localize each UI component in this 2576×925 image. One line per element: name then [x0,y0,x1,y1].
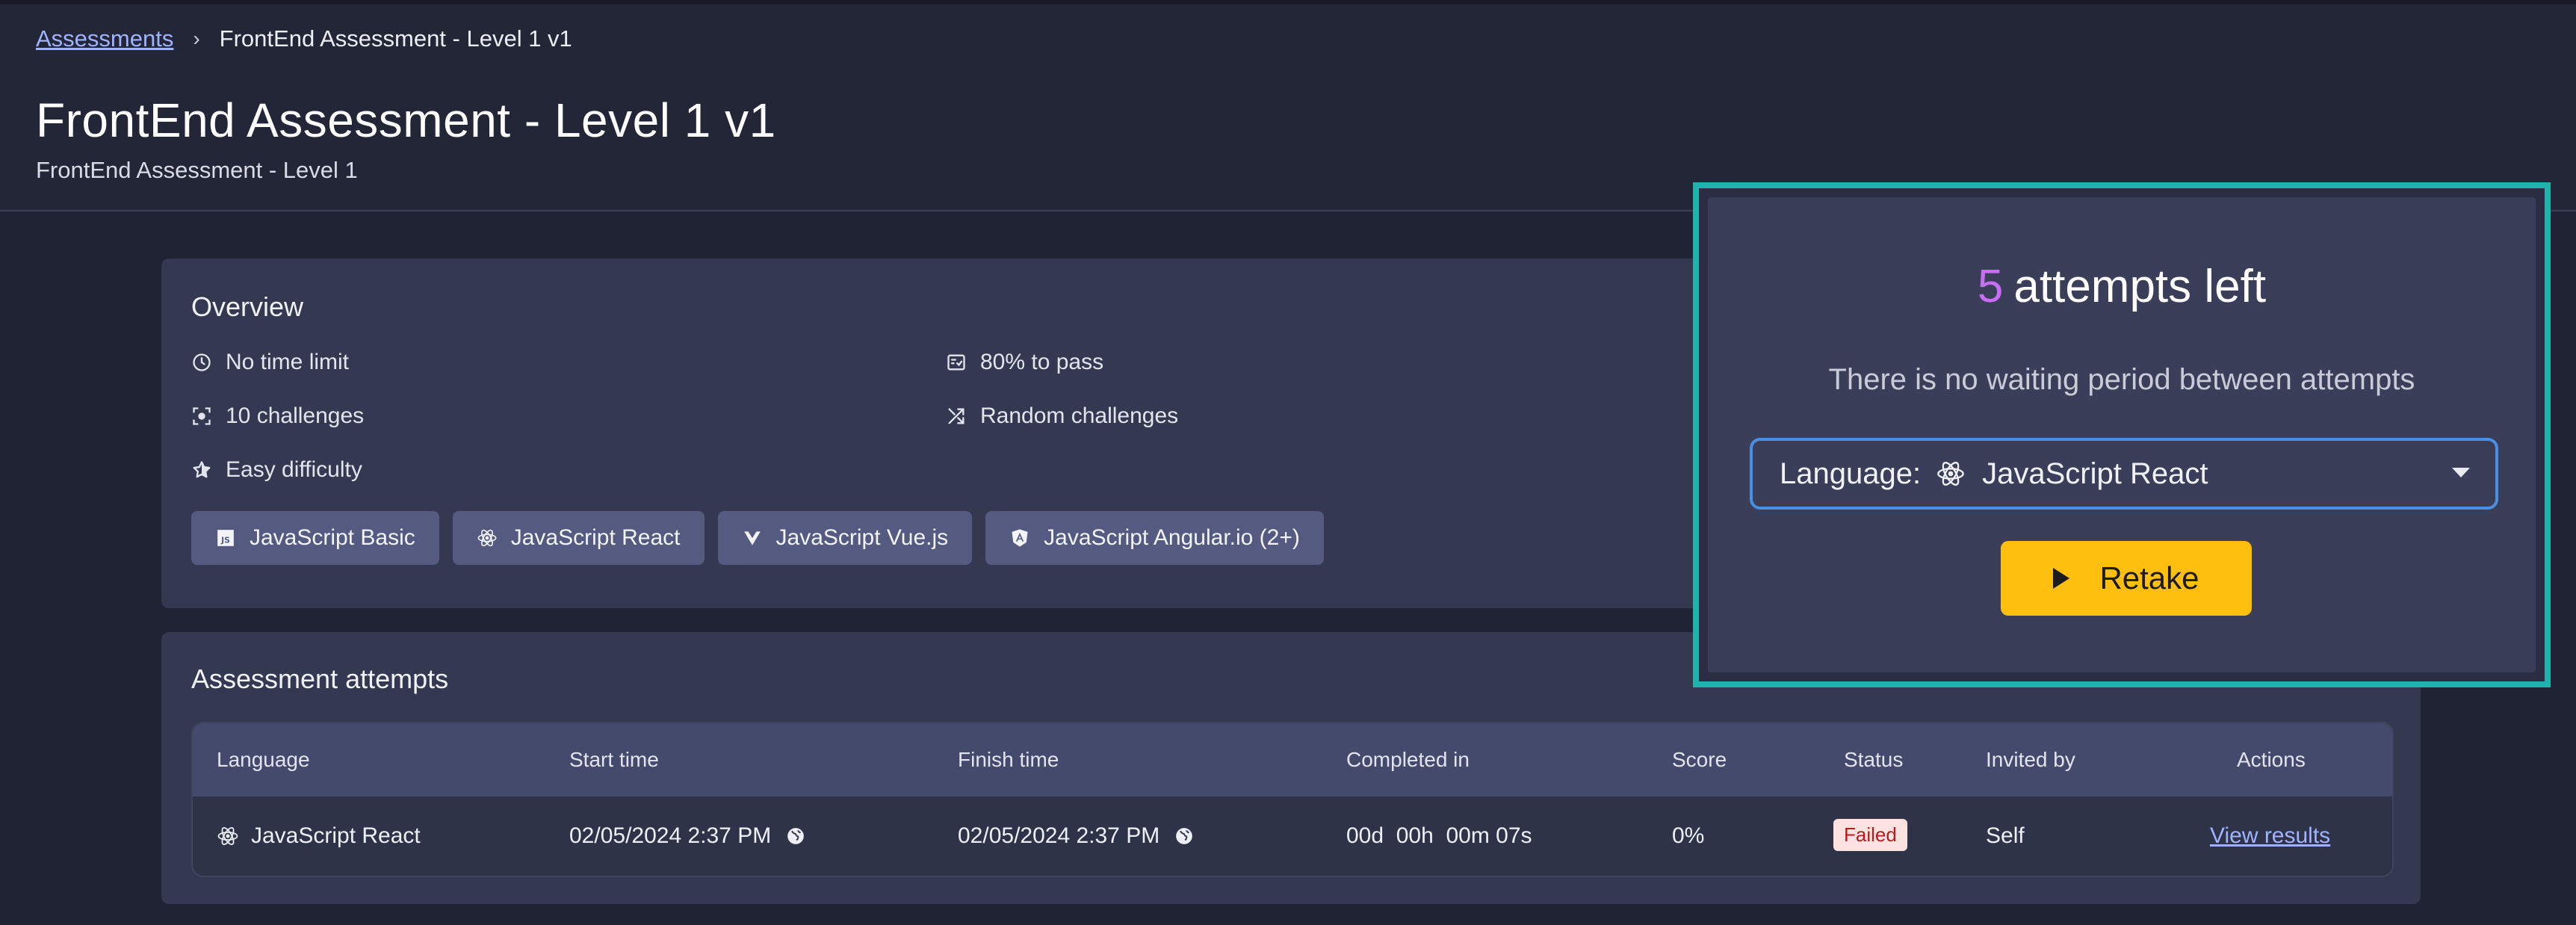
retake-label: Retake [2099,560,2199,595]
react-icon [477,528,498,548]
attempts-count: 5 [1977,261,2004,312]
col-score: Score [1672,748,1727,771]
row-completed-in: 00d 00h 00m 07s [1346,823,1532,848]
language-select-value: JavaScript React [1982,457,2208,490]
feature-random: Random challenges [946,403,1178,429]
row-invited-by: Self [1986,823,2025,848]
cell-finish-time: 02/05/2024 2:37 PM [958,823,1194,849]
angular-icon [1009,528,1030,548]
feature-pass-rate: 80% to pass [946,350,1103,375]
view-results-label[interactable]: View results [2210,823,2330,849]
row-finish-time: 02/05/2024 2:37 PM [958,823,1160,848]
col-actions: Actions [2237,748,2306,771]
feature-label: 10 challenges [226,403,365,428]
attempts-table: Language Start time Finish time Complete… [191,722,2394,877]
retake-panel-highlight: 5 attempts left There is no waiting perio… [1693,182,2551,687]
col-completed-in: Completed in [1346,748,1470,771]
react-icon [1937,462,1964,486]
col-status: Status [1844,748,1904,771]
attempts-title: Assessment attempts [191,663,449,694]
breadcrumb-current: FrontEnd Assessment - Level 1 v1 [219,25,572,52]
star-icon [193,461,211,478]
page-title: FrontEnd Assessment - Level 1 v1 [36,93,776,147]
chip-label: JavaScript Angular.io (2+) [1044,525,1300,550]
play-icon [2053,568,2070,589]
pass-icon [947,354,965,371]
attempts-label: attempts left [2013,261,2267,312]
cell-language: JavaScript React [217,823,421,849]
col-language: Language [217,748,310,771]
row-score: 0% [1672,823,1705,848]
shuffle-icon [948,408,965,424]
chevron-down-icon [2452,468,2470,477]
feature-label: No time limit [226,350,350,374]
js-icon: JS [215,528,236,548]
waiting-period-text: There is no waiting period between attem… [1828,363,2415,396]
col-finish-time: Finish time [958,748,1059,771]
retake-button[interactable]: Retake [2001,541,2252,616]
retake-panel: 5 attempts left There is no waiting perio… [1708,197,2536,672]
vue-icon [742,528,763,548]
cell-start-time: 02/05/2024 2:37 PM [569,823,805,849]
view-results-link[interactable]: View results [2210,823,2330,849]
chip-javascript-basic[interactable]: JS JavaScript Basic [191,511,439,565]
feature-challenges: 10 challenges [191,403,364,429]
attempts-left-heading: 5 attempts left [1708,260,2536,313]
top-edge [0,0,2576,4]
svg-text:JS: JS [220,536,230,545]
chip-label: JavaScript React [510,525,681,550]
cell-status: Failed [1833,819,1907,851]
chip-javascript-angular[interactable]: JavaScript Angular.io (2+) [985,511,1324,565]
globe-icon[interactable] [1174,826,1194,846]
feature-time-limit: No time limit [191,350,349,375]
page-header: Assessments › FrontEnd Assessment - Leve… [0,0,2576,211]
chip-label: JavaScript Basic [250,525,415,550]
col-invited-by: Invited by [1986,748,2075,771]
page-subtitle: FrontEnd Assessment - Level 1 [36,157,358,183]
feature-label: Random challenges [980,403,1179,428]
clock-icon [193,353,211,371]
chip-label: JavaScript Vue.js [775,525,949,550]
breadcrumb-assessments-link[interactable]: Assessments [36,25,173,52]
language-chips: JS JavaScript Basic JavaScript React Jav… [191,511,1324,565]
feature-difficulty: Easy difficulty [191,457,362,483]
breadcrumb: Assessments › FrontEnd Assessment - Leve… [36,24,572,54]
language-select[interactable]: Language: JavaScript React [1750,438,2498,510]
chip-javascript-react[interactable]: JavaScript React [452,511,705,565]
status-badge: Failed [1833,819,1907,851]
col-start-time: Start time [569,748,659,771]
challenges-icon [193,407,211,425]
globe-icon[interactable] [786,826,805,846]
chip-javascript-vue[interactable]: JavaScript Vue.js [717,511,973,565]
feature-label: Easy difficulty [226,457,362,482]
react-icon [217,827,238,845]
row-language: JavaScript React [251,823,421,848]
row-start-time: 02/05/2024 2:37 PM [569,823,772,848]
breadcrumb-separator: › [193,27,200,50]
table-header: Language Start time Finish time Complete… [193,723,2392,796]
overview-title: Overview [191,291,304,322]
language-select-label: Language: [1780,457,1922,490]
feature-label: 80% to pass [980,350,1104,374]
